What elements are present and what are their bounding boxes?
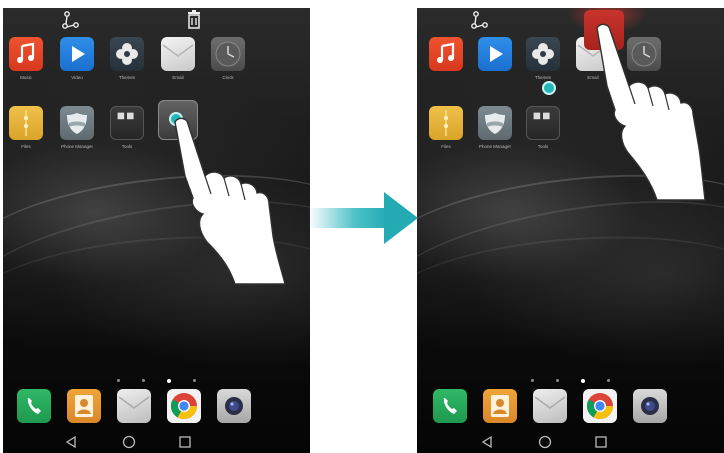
pinwheel-icon: [526, 37, 560, 71]
trash-icon[interactable]: [183, 10, 205, 32]
page-dot: [607, 379, 610, 383]
app-label: Themes: [118, 75, 136, 80]
page-indicator[interactable]: [3, 372, 310, 383]
app-files[interactable]: Files: [6, 106, 46, 158]
camera-icon: [217, 389, 251, 423]
app-label: [426, 75, 466, 81]
pinwheel-icon: [110, 37, 144, 71]
page-dot-active: [167, 378, 171, 383]
share-icon[interactable]: [60, 10, 82, 32]
page-dot: [556, 379, 559, 383]
hand-pointer-icon: [174, 117, 286, 285]
app-phone-manager[interactable]: Phone Manager: [475, 106, 515, 158]
page-dot: [142, 379, 145, 383]
shield-icon: [478, 106, 512, 140]
page-dot-active: [581, 378, 585, 383]
app-email[interactable]: Email: [158, 37, 198, 89]
app-label: Music: [20, 75, 32, 80]
phone-icon: [433, 389, 467, 423]
camera-icon: [633, 389, 667, 423]
envelope-icon: [161, 37, 195, 71]
app-video[interactable]: [475, 37, 515, 89]
play-icon: [478, 37, 512, 71]
app-themes[interactable]: Themes: [107, 37, 147, 89]
back-triangle-icon[interactable]: [63, 434, 79, 450]
app-label: Files: [441, 144, 451, 149]
app-tools-folder[interactable]: Tools: [107, 106, 147, 158]
app-label: Tools: [537, 144, 549, 149]
app-tools-folder[interactable]: Tools: [523, 106, 563, 158]
app-label: Phone Manager: [60, 144, 94, 149]
transition-arrow-icon: [308, 192, 418, 244]
app-label: Clock: [222, 75, 234, 80]
page-dot: [531, 379, 534, 383]
app-label: Phone Manager: [478, 144, 512, 149]
touch-point: [542, 81, 556, 95]
app-label: Email: [172, 75, 184, 80]
page-dot: [193, 379, 196, 383]
recents-square-icon[interactable]: [177, 434, 193, 450]
phone-icon: [17, 389, 51, 423]
app-phone-manager[interactable]: Phone Manager: [57, 106, 97, 158]
home-screen-before: Music Video Themes Email Clock Files Pho…: [3, 8, 310, 453]
play-icon: [60, 37, 94, 71]
app-label: Video: [71, 75, 83, 80]
app-label: Tools: [121, 144, 133, 149]
folder-grid-icon: [526, 106, 560, 140]
page-dot: [117, 379, 120, 383]
contacts-icon: [67, 389, 101, 423]
app-label: Files: [21, 144, 31, 149]
navigation-bar: [3, 431, 310, 453]
recents-square-icon[interactable]: [593, 434, 609, 450]
hand-pointer-icon: [596, 23, 706, 201]
folder-icon: [9, 106, 43, 140]
clock-icon: [211, 37, 245, 71]
app-music[interactable]: [426, 37, 466, 89]
back-triangle-icon[interactable]: [479, 434, 495, 450]
app-label: Themes: [534, 75, 552, 80]
share-icon[interactable]: [469, 10, 491, 32]
music-app-icon: [429, 37, 463, 71]
home-circle-icon[interactable]: [121, 434, 137, 450]
app-video[interactable]: Video: [57, 37, 97, 89]
chrome-icon: [167, 389, 201, 423]
app-label: [475, 75, 515, 81]
music-app-icon: [9, 37, 43, 71]
folder-grid-icon: [110, 106, 144, 140]
app-files[interactable]: Files: [426, 106, 466, 158]
messaging-icon: [117, 389, 151, 423]
home-screen-after: Themes Email Files Phone Manager Tools: [417, 8, 724, 453]
chrome-icon: [583, 389, 617, 423]
navigation-bar: [417, 431, 724, 453]
contacts-icon: [483, 389, 517, 423]
folder-icon: [429, 106, 463, 140]
page-indicator[interactable]: [417, 372, 724, 383]
shield-icon: [60, 106, 94, 140]
app-clock[interactable]: Clock: [208, 37, 248, 89]
app-themes[interactable]: Themes: [523, 37, 563, 89]
app-music[interactable]: Music: [6, 37, 46, 89]
home-circle-icon[interactable]: [537, 434, 553, 450]
messaging-icon: [533, 389, 567, 423]
